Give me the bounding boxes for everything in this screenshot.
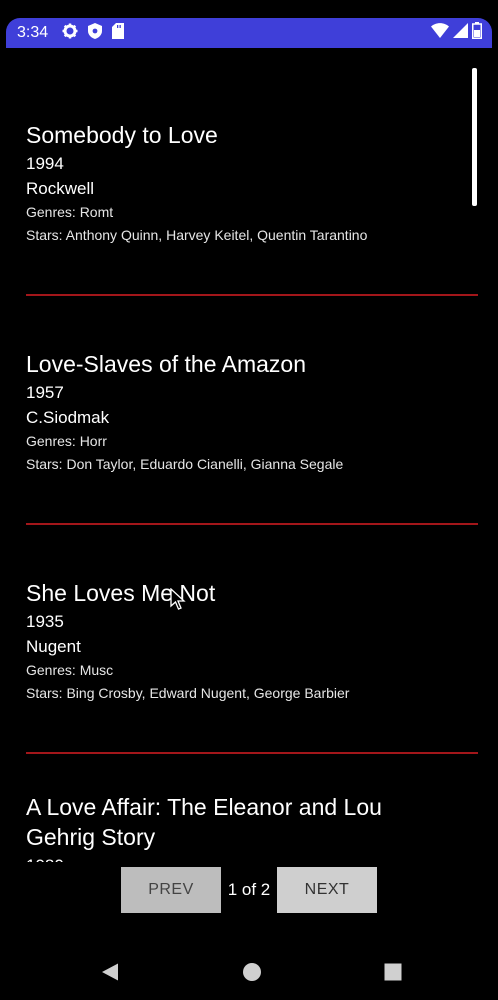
movie-stars: Stars: Don Taylor, Eduardo Cianelli, Gia… [26, 456, 344, 472]
movie-item[interactable]: A Love Affair: The Eleanor and Lou Gehri… [26, 792, 476, 862]
mouse-cursor-icon [170, 587, 186, 617]
movie-title-line-1: A Love Affair: The Eleanor and Lou [26, 794, 382, 820]
movie-title: Love-Slaves of the Amazon [26, 351, 306, 377]
movie-item[interactable]: Somebody to Love 1994 Rockwell Genres: R… [26, 120, 476, 245]
recents-square-icon[interactable] [381, 960, 405, 984]
status-bar: 3:34 [6, 18, 492, 48]
movie-director: Rockwell [26, 179, 95, 198]
movie-genres: Genres: Horr [26, 433, 107, 449]
movie-stars: Stars: Anthony Quinn, Harvey Keitel, Que… [26, 227, 368, 243]
movie-year: 1957 [26, 383, 64, 402]
top-strip [0, 0, 498, 18]
movie-item[interactable]: Love-Slaves of the Amazon 1957 C.Siodmak… [26, 349, 476, 474]
movie-year: 1994 [26, 154, 64, 173]
movie-title: She Loves Me Not [26, 580, 216, 606]
divider [26, 752, 478, 754]
movie-stars: Stars: Bing Crosby, Edward Nugent, Georg… [26, 685, 350, 701]
divider [26, 523, 478, 525]
home-circle-icon[interactable] [240, 960, 264, 984]
status-icons-right [431, 22, 482, 44]
back-triangle-icon[interactable] [98, 960, 122, 984]
wifi-icon [431, 23, 449, 43]
movie-title-line-2: Gehrig Story [26, 824, 156, 850]
next-button[interactable]: NEXT [277, 867, 377, 913]
movie-title: Somebody to Love [26, 122, 218, 148]
status-icons-left [62, 22, 125, 44]
status-time: 3:34 [17, 24, 49, 41]
prev-button[interactable]: PREV [121, 867, 221, 913]
movie-director: Nugent [26, 637, 81, 656]
battery-icon [472, 22, 482, 44]
movie-genres: Genres: Musc [26, 662, 114, 678]
cellular-icon [453, 23, 468, 43]
movie-director: C.Siodmak [26, 408, 110, 427]
page-indicator: 1 of 2 [227, 880, 271, 899]
pagination: PREV 1 of 2 NEXT [0, 866, 498, 914]
movie-genres: Genres: Romt [26, 204, 114, 220]
movie-list[interactable]: Somebody to Love 1994 Rockwell Genres: R… [0, 48, 498, 862]
gear-icon [62, 23, 78, 44]
movie-year: 1980 [26, 855, 476, 862]
navigation-bar [0, 940, 498, 1000]
sd-card-icon [112, 22, 125, 44]
shield-icon [88, 22, 103, 44]
divider [26, 294, 478, 296]
movie-item[interactable]: She Loves Me Not 1935 Nugent Genres: Mus… [26, 578, 476, 703]
movie-year: 1935 [26, 612, 64, 631]
